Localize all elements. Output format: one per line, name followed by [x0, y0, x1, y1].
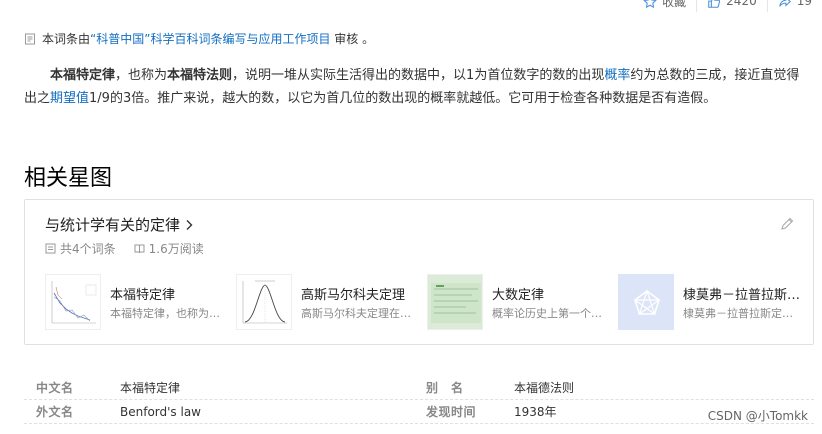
info-key: 别 名 — [426, 381, 464, 395]
info-value: Benford's law — [120, 404, 201, 419]
info-key: 外文名 — [36, 405, 74, 419]
section-title: 相关星图 — [24, 166, 113, 191]
summary-paragraph: 本福特定律，也称为本福特法则，说明一堆从实际生活得出的数据中，以1为首位数字的数… — [24, 64, 806, 110]
share-icon — [778, 0, 791, 7]
summary-text-2: ，说明一堆从实际生活得出的数据中，以1为首位数字的数的出现 — [232, 68, 605, 83]
item-desc: 概率论历史上第一个极限定理 — [492, 306, 610, 320]
thumbs-up-icon — [708, 0, 721, 8]
star-map-item[interactable]: 棣莫弗－拉普拉斯定理 棣莫弗－拉普拉斯定理是中心极限定理 — [618, 274, 809, 330]
item-name: 棣莫弗－拉普拉斯定理 — [683, 287, 801, 303]
book-icon — [134, 244, 145, 254]
placeholder-thumbnail — [618, 274, 674, 330]
star-map-card: 与统计学有关的定律 共4个词条 1.6万阅读 本福特定律 本福特定律，也称为本 … — [24, 199, 814, 345]
probability-link[interactable]: 概率 — [604, 68, 630, 83]
summary-text-4: 1/9的3倍。推广来说，越大的数，以它为首几位的数出现的概率就越低。它可用于检查… — [89, 91, 717, 106]
review-org-link[interactable]: “科普中国”科学百科词条编写与应用工作项目 — [90, 32, 330, 46]
pentagon-star-icon — [633, 289, 661, 316]
item-name: 高斯马尔科夫定理 — [301, 287, 406, 303]
share-count: 19 — [796, 0, 812, 8]
gauss-markov-thumbnail — [236, 274, 292, 330]
info-key: 中文名 — [36, 381, 74, 395]
like-button[interactable]: 2420 — [696, 0, 767, 12]
item-desc: 本福特定律，也称为本福特法则 — [110, 306, 228, 320]
star-map-item[interactable]: 大数定律 概率论历史上第一个极限定理 — [427, 274, 618, 330]
like-count: 2420 — [726, 0, 757, 8]
chevron-right-icon — [186, 219, 193, 230]
star-icon — [643, 0, 658, 9]
star-map-items: 本福特定律 本福特定律，也称为本福特法则 高斯马尔科夫定理 高斯马尔科夫定理在统… — [45, 274, 809, 330]
info-row: 外文名 Benford's law 发现时间 1938年 — [24, 400, 814, 424]
document-icon — [25, 33, 35, 44]
info-key: 发现时间 — [426, 405, 477, 419]
watermark: CSDN @小Tomkk — [707, 409, 808, 423]
collect-label: 收藏 — [662, 0, 687, 9]
info-value: 1938年 — [514, 405, 557, 419]
term-name: 本福特定律 — [50, 68, 116, 83]
entry-icon — [45, 243, 56, 254]
star-map-item[interactable]: 高斯马尔科夫定理 高斯马尔科夫定理在统计学中 — [236, 274, 427, 330]
benford-chart-thumbnail — [45, 274, 101, 330]
star-map-title[interactable]: 与统计学有关的定律 — [45, 214, 194, 235]
review-notice: 本词条由“科普中国”科学百科词条编写与应用工作项目 审核 。 — [24, 30, 374, 47]
expected-value-link[interactable]: 期望值 — [50, 91, 89, 106]
item-desc: 高斯马尔科夫定理在统计学中 — [301, 306, 419, 320]
law-of-large-numbers-thumbnail — [427, 274, 483, 330]
collect-button[interactable]: 收藏 — [633, 0, 696, 12]
info-row: 中文名 本福特定律 别 名 本福德法则 — [24, 376, 814, 400]
item-desc: 棣莫弗－拉普拉斯定理是中心极限定理 — [683, 306, 801, 320]
summary-text-1: ，也称为 — [115, 68, 168, 83]
entry-count: 共4个词条 — [60, 242, 116, 256]
edit-icon[interactable] — [779, 216, 795, 232]
item-name: 大数定律 — [492, 287, 545, 303]
review-suffix: 审核 。 — [330, 32, 375, 46]
top-action-bar: 收藏 2420 19 — [633, 0, 822, 12]
read-count: 1.6万阅读 — [148, 242, 204, 256]
star-map-title-text: 与统计学有关的定律 — [45, 216, 181, 234]
star-map-item[interactable]: 本福特定律 本福特定律，也称为本福特法则 — [45, 274, 236, 330]
star-map-meta: 共4个词条 1.6万阅读 — [45, 240, 204, 257]
share-button[interactable]: 19 — [766, 0, 822, 12]
review-prefix: 本词条由 — [42, 32, 91, 46]
info-value: 本福德法则 — [514, 381, 575, 395]
info-value: 本福特定律 — [120, 381, 181, 395]
term-alias: 本福特法则 — [167, 68, 233, 83]
basic-info-table: 中文名 本福特定律 别 名 本福德法则 外文名 Benford's law 发现… — [24, 376, 814, 424]
item-name: 本福特定律 — [110, 287, 176, 303]
